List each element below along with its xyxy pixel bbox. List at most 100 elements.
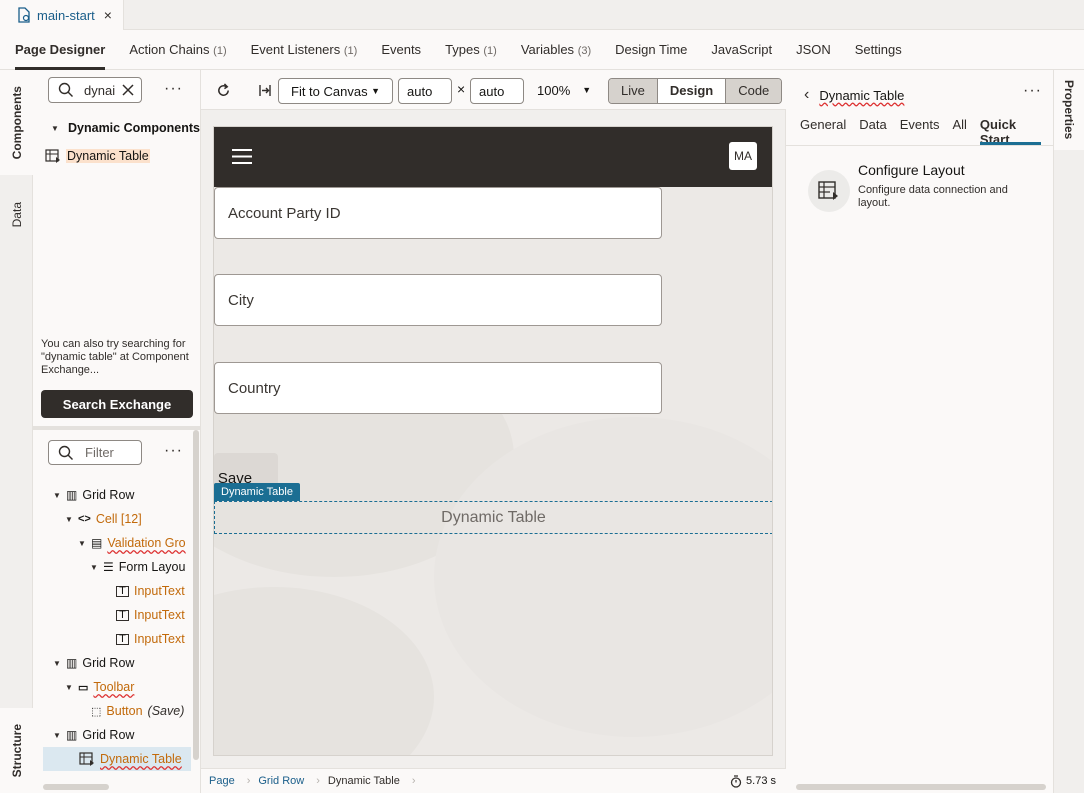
structure-more-icon[interactable]: ··· bbox=[164, 442, 183, 460]
input-city[interactable]: City bbox=[214, 274, 662, 326]
tab-label: JSON bbox=[796, 41, 831, 57]
tab-action-chains[interactable]: Action Chains (1) bbox=[129, 30, 226, 70]
rail-tab-structure[interactable]: Structure bbox=[0, 708, 33, 793]
file-tab-strip bbox=[124, 0, 1084, 30]
tree-node[interactable]: ▼ ▥ Grid Row bbox=[53, 651, 193, 675]
properties-more-icon[interactable]: ··· bbox=[1023, 82, 1042, 100]
tree-scrollbar[interactable] bbox=[193, 430, 199, 760]
zoom-select[interactable]: 100% ▼ bbox=[537, 83, 591, 98]
tree-node[interactable]: ▼ ▥ Grid Row bbox=[53, 483, 193, 507]
filter-placeholder: Filter bbox=[85, 445, 114, 460]
tree-label: Dynamic Table bbox=[100, 752, 182, 766]
rail-tab-data[interactable]: Data bbox=[0, 175, 33, 255]
breadcrumb-page[interactable]: Page bbox=[201, 775, 247, 787]
search-exchange-button[interactable]: Search Exchange bbox=[41, 390, 193, 418]
form-layout-icon: ☰ bbox=[103, 560, 114, 574]
tree-node[interactable]: ▼ ▭ Toolbar bbox=[65, 675, 193, 699]
tab-design-time[interactable]: Design Time bbox=[615, 30, 687, 70]
tree-label: InputText bbox=[134, 584, 185, 598]
tab-label: Page Designer bbox=[15, 41, 106, 57]
tree-node[interactable]: T InputText bbox=[116, 603, 193, 627]
tree-node[interactable]: ⬚ Button (Save) bbox=[91, 699, 193, 723]
tab-variables[interactable]: Variables (3) bbox=[521, 30, 591, 70]
panel-splitter[interactable] bbox=[33, 426, 201, 430]
tree-node[interactable]: ▼ ▥ Grid Row bbox=[53, 723, 193, 747]
file-tab[interactable]: main-start × bbox=[0, 0, 124, 30]
tab-quick-start[interactable]: Quick Start bbox=[979, 117, 1042, 147]
properties-hscrollbar[interactable] bbox=[796, 784, 1046, 790]
file-tab-close-icon[interactable]: × bbox=[104, 7, 112, 23]
app-root: main-start × Page Designer Action Chains… bbox=[0, 0, 1084, 793]
mode-design[interactable]: Design bbox=[657, 79, 727, 103]
tab-data[interactable]: Data bbox=[859, 117, 886, 145]
configure-layout-icon bbox=[808, 170, 850, 212]
tree-node[interactable]: ▼ <> Cell [12] bbox=[65, 507, 193, 531]
input-text-icon: T bbox=[116, 633, 129, 645]
chevron-down-icon: ▼ bbox=[78, 538, 86, 548]
dynamic-table-placeholder[interactable]: Dynamic Table bbox=[214, 501, 772, 534]
tab-general[interactable]: General bbox=[800, 117, 846, 145]
save-button[interactable]: Save bbox=[214, 453, 278, 487]
tab-settings[interactable]: Settings bbox=[855, 30, 902, 70]
tree-label: Validation Gro bbox=[107, 536, 186, 550]
component-dynamic-table[interactable]: Dynamic Table bbox=[45, 144, 150, 168]
tab-types[interactable]: Types (1) bbox=[445, 30, 497, 70]
avatar[interactable]: MA bbox=[729, 142, 757, 170]
tree-label: InputText bbox=[134, 632, 185, 646]
render-timer: 5.73 s bbox=[730, 774, 776, 788]
tree-node[interactable]: ▼ ☰ Form Layou bbox=[90, 555, 193, 579]
clear-icon[interactable] bbox=[122, 84, 134, 96]
structure-filter-input[interactable]: Filter bbox=[48, 440, 142, 465]
canvas-height-input[interactable]: auto bbox=[470, 78, 524, 104]
breadcrumb-dynamic-table: Dynamic Table bbox=[327, 775, 400, 787]
left-rail: Components Data Structure bbox=[0, 70, 33, 793]
canvas-width-input[interactable]: auto bbox=[398, 78, 452, 104]
refresh-icon[interactable] bbox=[216, 83, 231, 98]
chevron-down-icon: ▼ bbox=[65, 514, 73, 524]
tab-label: Action Chains bbox=[129, 41, 210, 57]
expand-icon[interactable] bbox=[257, 83, 273, 98]
rail-tab-properties[interactable]: Properties bbox=[1054, 70, 1084, 150]
tab-javascript[interactable]: JavaScript bbox=[711, 30, 772, 70]
input-country[interactable]: Country bbox=[214, 362, 662, 414]
chevron-down-icon: ▼ bbox=[53, 730, 61, 740]
breadcrumb-grid-row[interactable]: Grid Row bbox=[250, 775, 316, 787]
mode-live[interactable]: Live bbox=[609, 79, 658, 103]
tab-event-listeners[interactable]: Event Listeners (1) bbox=[251, 30, 358, 70]
configure-layout-card[interactable]: Configure Layout Configure data connecti… bbox=[808, 162, 1048, 218]
mode-code[interactable]: Code bbox=[726, 79, 782, 103]
dynamic-components-group[interactable]: ▼ Dynamic Components bbox=[51, 116, 200, 140]
component-search-input[interactable]: dynai bbox=[48, 77, 142, 103]
breadcrumb: Page › Grid Row › Dynamic Table › 5.73 s bbox=[201, 768, 786, 793]
components-more-icon[interactable]: ··· bbox=[164, 80, 183, 98]
file-tab-label: main-start bbox=[37, 7, 95, 23]
input-account-party-id[interactable]: Account Party ID bbox=[214, 187, 662, 239]
chevron-down-icon: ▼ bbox=[53, 490, 61, 500]
tree-node[interactable]: T InputText bbox=[116, 579, 193, 603]
tab-label: Variables bbox=[520, 41, 575, 57]
rail-tab-components[interactable]: Components bbox=[0, 70, 33, 175]
tab-page-designer[interactable]: Page Designer bbox=[15, 30, 106, 70]
back-chevron-icon[interactable]: ‹ bbox=[804, 86, 809, 104]
tab-count: (1) bbox=[343, 44, 358, 57]
tree-label: Toolbar bbox=[93, 680, 135, 694]
tree-node-selected[interactable]: Dynamic Table bbox=[43, 747, 191, 771]
tree-label: Grid Row bbox=[82, 728, 135, 742]
tab-events[interactable]: Events bbox=[381, 30, 421, 70]
tab-all[interactable]: All bbox=[952, 117, 966, 145]
fit-to-canvas-select[interactable]: Fit to Canvas ▼ bbox=[278, 78, 393, 104]
tab-json[interactable]: JSON bbox=[796, 30, 831, 70]
tab-label: Design Time bbox=[615, 41, 688, 57]
tab-events[interactable]: Events bbox=[900, 117, 940, 145]
width-value: auto bbox=[407, 83, 433, 99]
tree-hscrollbar[interactable] bbox=[43, 784, 109, 790]
rail-tab-label: Structure bbox=[9, 723, 24, 778]
tree-node[interactable]: ▼ ▤ Validation Gro bbox=[78, 531, 193, 555]
grid-row-icon: ▥ bbox=[66, 488, 78, 502]
table-label: Dynamic Table bbox=[441, 508, 546, 526]
hamburger-menu-icon[interactable] bbox=[232, 149, 252, 164]
rail-tab-label: Data bbox=[9, 202, 24, 228]
tree-node[interactable]: T InputText bbox=[116, 627, 193, 651]
times-symbol: × bbox=[457, 81, 466, 97]
card-description: Configure data connection and layout. bbox=[858, 184, 1008, 209]
